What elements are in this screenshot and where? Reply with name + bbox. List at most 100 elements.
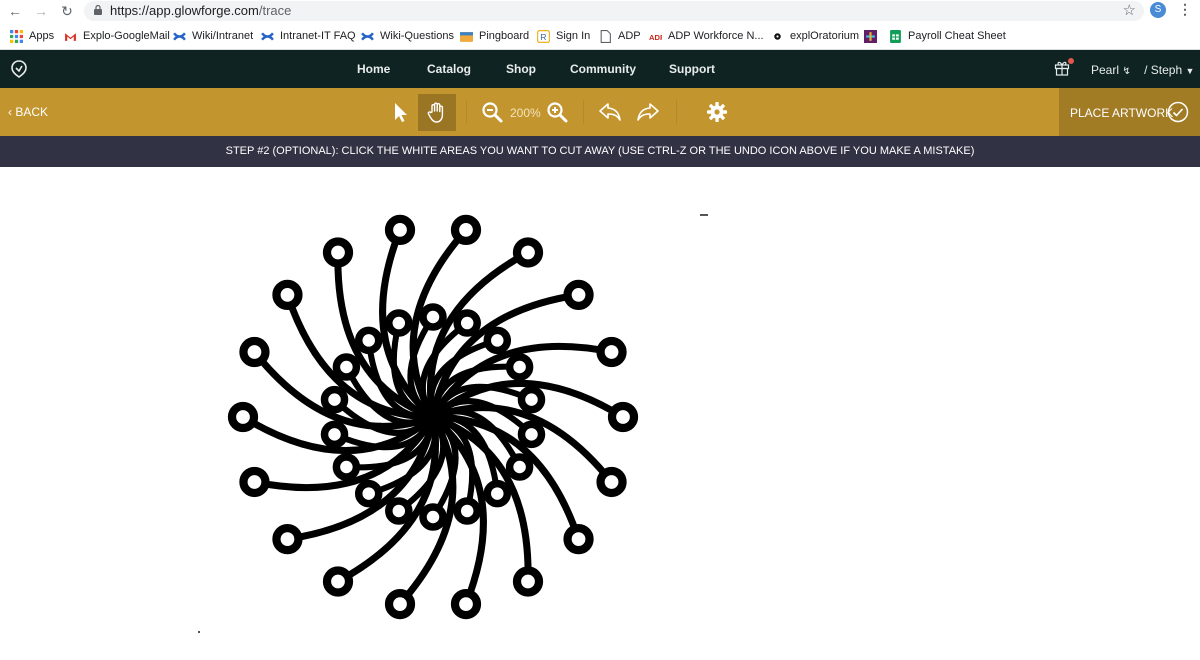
glowforge-logo-icon[interactable] [10,60,28,78]
check-circle-icon [1167,101,1189,123]
zoom-level: 200% [510,106,541,120]
bookmark-exploratorium[interactable]: explOratorium [771,28,859,44]
exploratorium-icon [774,32,781,40]
swirl-ring[interactable] [450,214,482,246]
swirl-ring[interactable] [596,466,627,498]
nav-catalog[interactable]: Catalog [427,62,471,76]
swirl-ring[interactable] [384,214,416,246]
pointer-tool-icon[interactable] [388,100,412,124]
chevron-left-icon: ‹ [8,105,12,119]
hand-icon [427,102,444,123]
notification-dot [1068,58,1074,64]
step-instruction-text: STEP #2 (OPTIONAL): CLICK THE WHITE AREA… [225,145,975,157]
swirl-ring[interactable] [239,466,270,498]
svg-text:R: R [540,31,546,41]
toolbar-divider [676,100,677,124]
swirl-ring[interactable] [607,401,639,433]
artwork-speck[interactable] [700,214,708,216]
adp-icon: ADP [649,32,662,41]
swirl-ring[interactable] [272,524,303,555]
bookmark-payroll-cheat-sheet[interactable]: Payroll Cheat Sheet [889,28,1006,44]
swirl-ring[interactable] [272,279,303,310]
printer-name: Pearl [1091,63,1120,77]
swirl-ring[interactable] [483,479,512,508]
profile-avatar[interactable]: S [1150,2,1166,18]
swirl-ring[interactable] [332,353,361,381]
swirl-ring[interactable] [596,336,627,368]
swirl-ring[interactable] [239,336,270,368]
url-text: https://app.glowforge.com/trace [110,3,292,18]
swirl-ring[interactable] [453,497,481,525]
swirl-ring[interactable] [419,503,447,531]
bookmark-it-faq[interactable]: Intranet-IT FAQ [261,28,356,44]
pingboard-icon [460,31,473,42]
trace-canvas[interactable] [0,167,1200,660]
swirl-ring[interactable] [320,385,349,414]
user-menu[interactable]: Pearl ↯ / Steph ▼ [1091,63,1194,77]
swirl-ring[interactable] [384,588,416,620]
user-name: / Steph [1144,63,1183,77]
browser-menu-icon[interactable]: ⋮ [1178,1,1192,18]
back-button[interactable]: ‹ BACK [8,105,48,119]
swirl-ring[interactable] [320,420,349,449]
bookmark-adp-workforce[interactable]: ADPADP Workforce N... [649,28,764,44]
redo-icon[interactable] [636,100,660,124]
undo-icon[interactable] [598,100,622,124]
swirl-ring[interactable] [505,453,534,481]
swirl-ring[interactable] [505,353,534,381]
bookmark-apps[interactable]: Apps [10,28,54,44]
bookmark-gmail[interactable]: Explo-GoogleMail [64,28,170,44]
swirl-ring[interactable] [483,326,512,355]
bookmark-slack[interactable] [864,28,883,44]
hand-tool-button[interactable] [418,94,456,131]
bookmark-pingboard[interactable]: Pingboard [460,28,529,44]
settings-gear-icon[interactable] [705,100,729,124]
trace-toolbar: ‹ BACK 200% PLACE ARTWORK [0,88,1200,136]
swirl-ring[interactable] [354,326,383,355]
swirl-ring[interactable] [227,401,259,433]
slack-icon [864,29,877,43]
bookmark-wiki-intranet[interactable]: Wiki/Intranet [173,28,253,44]
place-artwork-button[interactable]: PLACE ARTWORK [1059,88,1200,136]
swirl-ring[interactable] [453,309,481,337]
swirl-ring[interactable] [512,237,544,268]
gmail-icon [65,32,76,41]
nav-home[interactable]: Home [357,62,390,76]
reload-icon[interactable]: ↻ [58,2,76,20]
swirl-ring[interactable] [450,588,482,620]
bookmark-sign-in[interactable]: R Sign In [537,28,590,44]
signin-icon: R [537,29,550,43]
swirl-ring[interactable] [517,420,546,449]
swirl-ring[interactable] [354,479,383,508]
swirl-ring[interactable] [385,309,413,337]
bookmark-wiki-questions[interactable]: Wiki-Questions [361,28,454,44]
swirl-ring[interactable] [322,566,354,597]
apps-grid-icon [10,29,23,43]
swirl-ring[interactable] [419,303,447,331]
forward-arrow-icon[interactable]: → [32,2,50,20]
zoom-in-icon[interactable] [545,100,569,124]
swirl-ring[interactable] [563,524,594,555]
bookmark-adp[interactable]: ADP [599,28,641,44]
swirl-ring[interactable] [332,453,361,481]
glowforge-nav: Home Catalog Shop Community Support Pear… [0,50,1200,88]
swirl-ring[interactable] [322,237,354,268]
traced-artwork[interactable] [200,207,660,627]
back-arrow-icon[interactable]: ← [6,2,24,20]
artwork-speck[interactable] [198,631,200,633]
nav-support[interactable]: Support [669,62,715,76]
swirl-ring[interactable] [563,279,594,310]
nav-shop[interactable]: Shop [506,62,536,76]
swirl-ring[interactable] [385,497,413,525]
zoom-out-icon[interactable] [480,100,504,124]
address-bar[interactable]: https://app.glowforge.com/trace ☆ [84,1,1144,21]
confluence-icon [361,31,374,41]
step-instruction-bar: STEP #2 (OPTIONAL): CLICK THE WHITE AREA… [0,136,1200,167]
bookmark-star-icon[interactable]: ☆ [1123,1,1136,19]
nav-community[interactable]: Community [570,62,636,76]
toolbar-divider [466,100,467,124]
swirl-ring[interactable] [512,566,544,597]
swirl-core[interactable] [417,401,449,433]
swirl-ring[interactable] [517,385,546,414]
browser-address-row: ← → ↻ https://app.glowforge.com/trace ☆ … [0,0,1200,22]
